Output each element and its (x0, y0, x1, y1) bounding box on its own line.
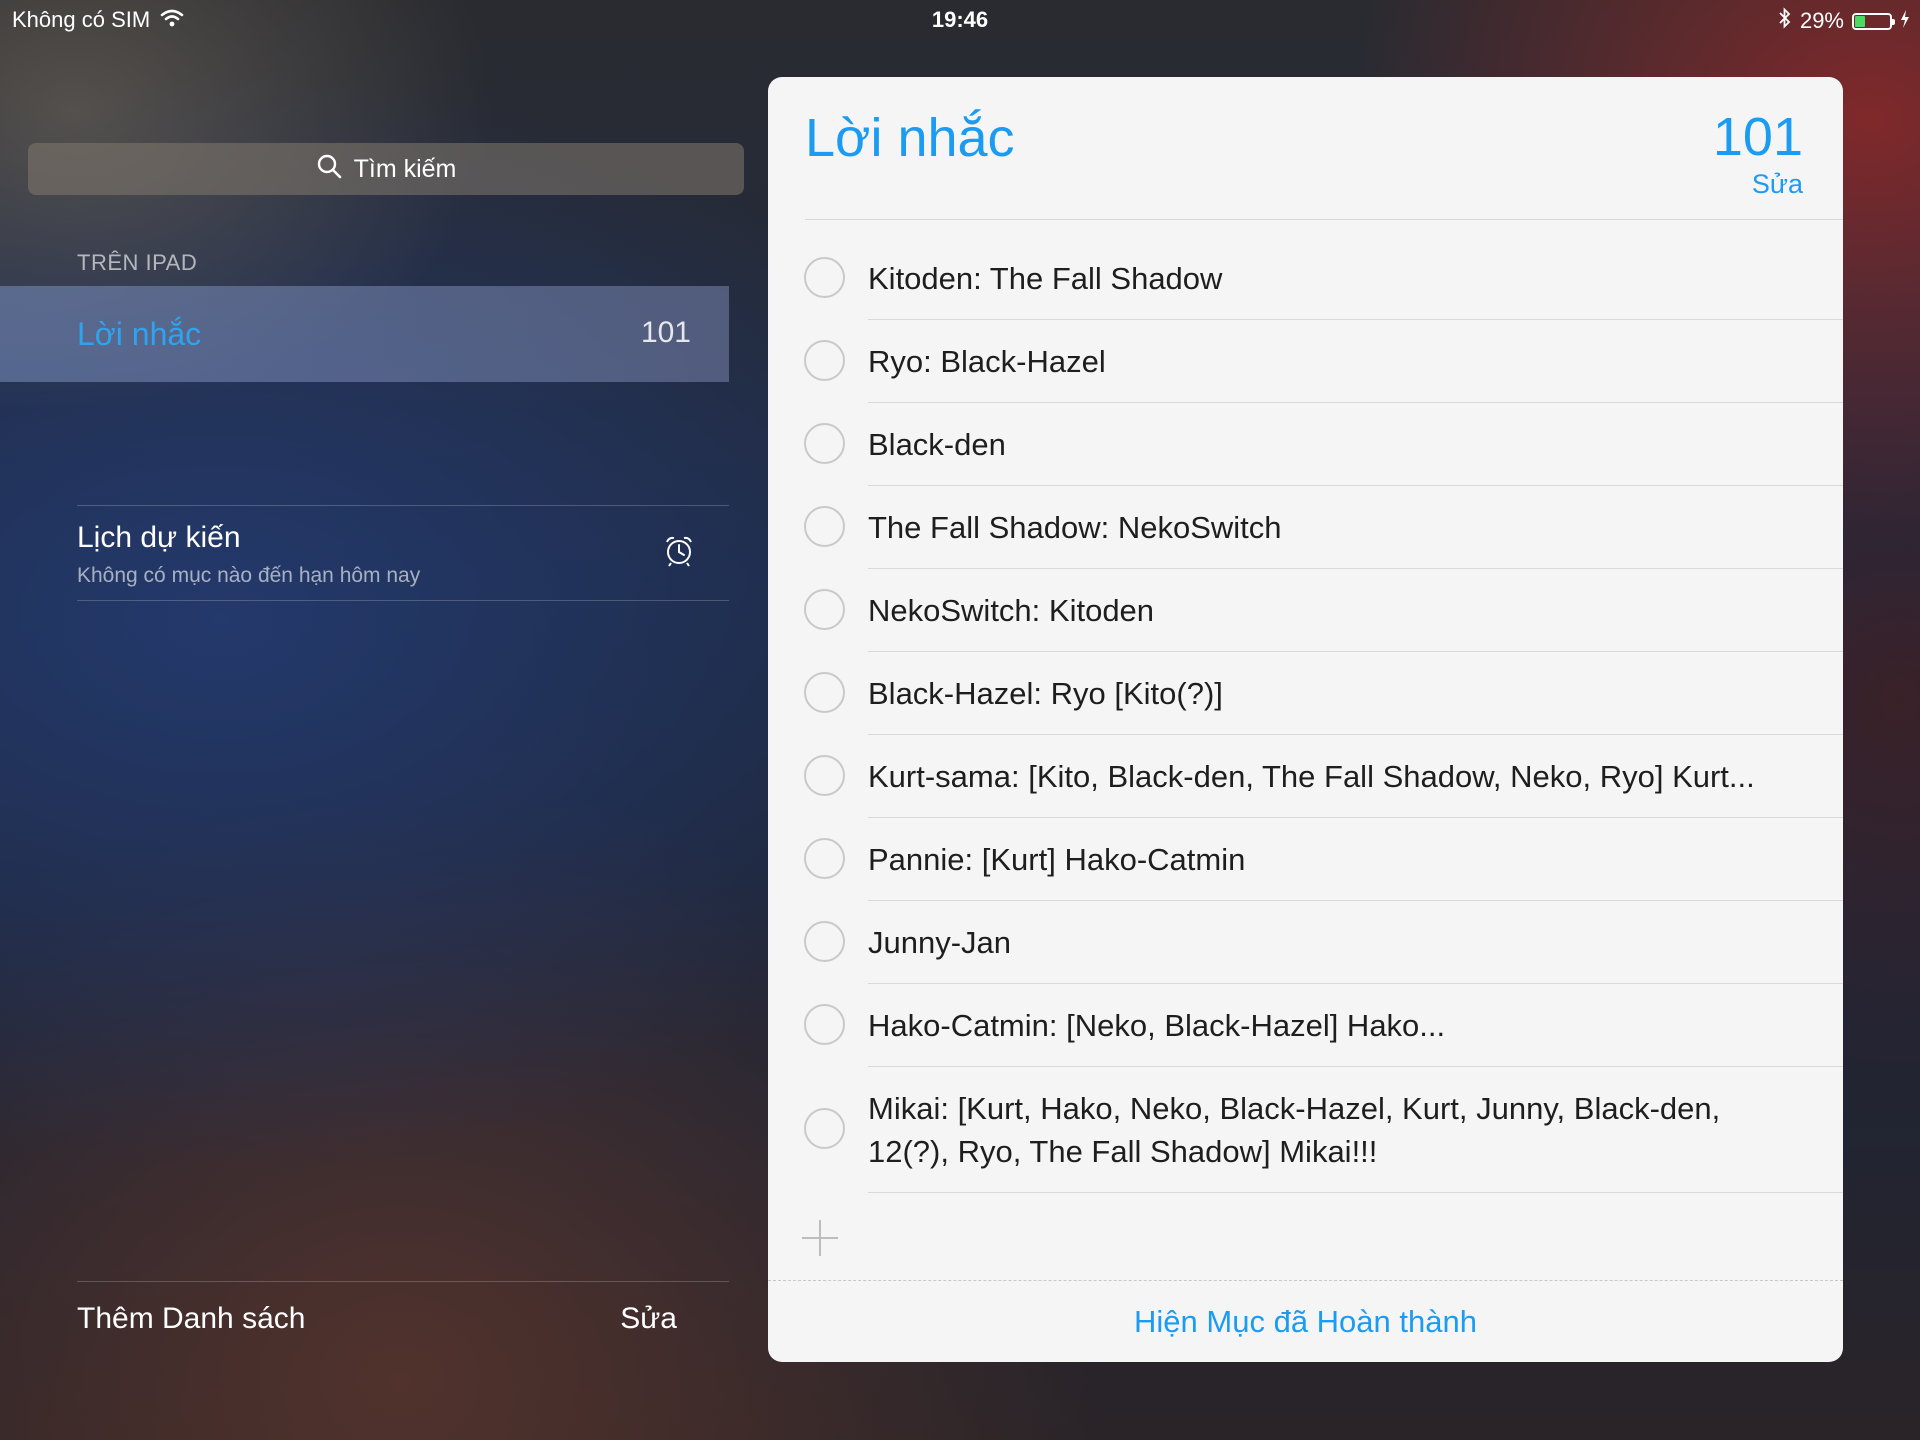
search-bar[interactable]: Tìm kiếm (28, 143, 744, 195)
reminder-item[interactable]: Hako-Catmin: [Neko, Black-Hazel] Hako... (768, 984, 1843, 1067)
complete-checkbox[interactable] (804, 256, 845, 298)
search-icon (316, 153, 342, 186)
reminder-text[interactable]: Kitoden: The Fall Shadow (868, 257, 1272, 300)
battery-fill (1855, 15, 1865, 27)
reminder-text[interactable]: Hako-Catmin: [Neko, Black-Hazel] Hako... (868, 1004, 1495, 1047)
list-count: 101 (1712, 107, 1803, 167)
show-completed-button[interactable]: Hiện Mục đã Hoàn thành (768, 1304, 1843, 1340)
status-right: 29% (1778, 7, 1910, 35)
reminder-text[interactable]: NekoSwitch: Kitoden (868, 589, 1204, 632)
complete-checkbox[interactable] (804, 339, 845, 381)
reminders-card: Lời nhắc 101 Sửa Kitoden: The Fall Shado… (768, 77, 1843, 1362)
reminder-item[interactable]: Pannie: [Kurt] Hako-Catmin (768, 818, 1843, 901)
sidebar-edit-button[interactable]: Sửa (620, 1302, 677, 1336)
dotted-divider (768, 1280, 1843, 1281)
alarm-clock-icon (664, 535, 694, 572)
reminder-item[interactable]: Black-den (768, 403, 1843, 486)
reminder-item[interactable]: Junny-Jan (768, 901, 1843, 984)
reminder-item[interactable]: NekoSwitch: Kitoden (768, 569, 1843, 652)
charging-bolt-icon (1900, 8, 1910, 34)
sidebar-list-reminders[interactable]: Lời nhắc 101 (0, 286, 729, 382)
complete-checkbox[interactable] (804, 754, 845, 796)
add-list-button[interactable]: Thêm Danh sách (77, 1302, 305, 1336)
reminder-item[interactable]: Black-Hazel: Ryo [Kito(?)] (768, 652, 1843, 735)
battery-percent: 29% (1799, 8, 1844, 33)
scheduled-subtitle: Không có mục nào đến hạn hôm nay (77, 564, 421, 587)
status-time: 19:46 (931, 7, 989, 32)
complete-checkbox[interactable] (804, 837, 845, 879)
complete-checkbox[interactable] (804, 422, 845, 464)
battery-icon (1852, 12, 1895, 30)
reminder-text[interactable]: Black-Hazel: Ryo [Kito(?)] (868, 672, 1273, 715)
complete-checkbox[interactable] (804, 1108, 845, 1149)
reminder-item[interactable]: Kitoden: The Fall Shadow (768, 237, 1843, 320)
sidebar-list-name: Lời nhắc (77, 316, 202, 352)
reminder-list: Kitoden: The Fall Shadow Ryo: Black-Hazel… (768, 237, 1843, 1193)
reminder-text[interactable]: Mikai: [Kurt, Hako, Neko, Black-Hazel, K… (868, 1067, 1843, 1193)
list-edit-button[interactable]: Sửa (1752, 169, 1803, 200)
reminder-item[interactable]: The Fall Shadow: NekoSwitch (768, 486, 1843, 569)
section-header-on-ipad: TRÊN IPAD (77, 250, 198, 275)
reminder-text[interactable]: Ryo: Black-Hazel (868, 340, 1156, 383)
complete-checkbox[interactable] (804, 920, 845, 962)
reminder-text[interactable]: Junny-Jan (868, 921, 1061, 964)
status-bar: Không có SIM 19:46 29% (0, 0, 1920, 40)
reminder-item[interactable]: Mikai: [Kurt, Hako, Neko, Black-Hazel, K… (768, 1067, 1843, 1193)
plus-icon[interactable] (800, 1218, 840, 1263)
complete-checkbox[interactable] (804, 588, 845, 630)
header-divider (805, 219, 1843, 220)
complete-checkbox[interactable] (804, 671, 845, 713)
scheduled-list[interactable]: Lịch dự kiến Không có mục nào đến hạn hô… (77, 505, 729, 600)
complete-checkbox[interactable] (804, 505, 845, 547)
search-placeholder: Tìm kiếm (353, 154, 457, 183)
reminder-item[interactable]: Kurt-sama: [Kito, Black-den, The Fall Sh… (768, 735, 1843, 818)
complete-checkbox[interactable] (804, 1003, 845, 1045)
reminder-item[interactable]: Ryo: Black-Hazel (768, 320, 1843, 403)
row-separator (868, 1192, 1843, 1193)
scheduled-title: Lịch dự kiến (77, 521, 241, 554)
sidebar-list-count: 101 (640, 316, 691, 349)
reminder-text[interactable]: The Fall Shadow: NekoSwitch (868, 506, 1332, 549)
reminder-text[interactable]: Pannie: [Kurt] Hako-Catmin (868, 838, 1295, 881)
reminder-text[interactable]: Kurt-sama: [Kito, Black-den, The Fall Sh… (868, 755, 1805, 798)
reminder-text[interactable]: Black-den (868, 423, 1056, 466)
list-title: Lời nhắc (805, 108, 1015, 168)
divider (77, 600, 729, 601)
sidebar-footer: Thêm Danh sách Sửa (77, 1281, 729, 1361)
bluetooth-icon (1778, 7, 1792, 35)
